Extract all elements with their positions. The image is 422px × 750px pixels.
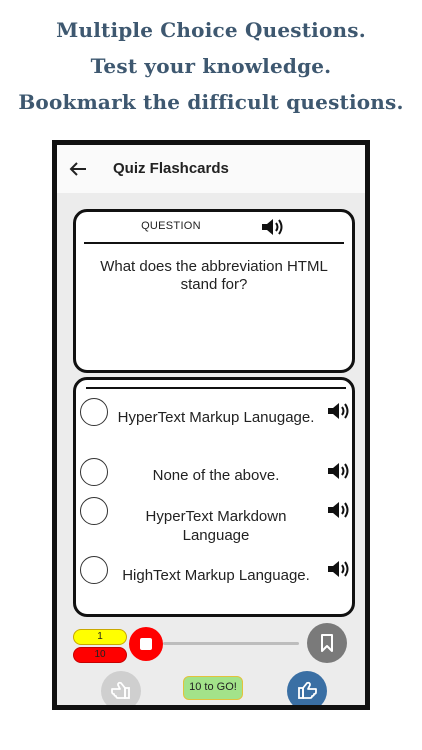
- previous-button[interactable]: [101, 671, 141, 705]
- speaker-icon[interactable]: [326, 460, 352, 482]
- question-divider: [84, 242, 344, 244]
- question-label: QUESTION: [141, 220, 201, 232]
- bottom-controls: 1 10 10 to GO!: [57, 621, 365, 705]
- radio-button[interactable]: [80, 556, 108, 584]
- arrow-left-icon[interactable]: [67, 158, 89, 180]
- answer-text: HyperText Markup Lanugage.: [117, 409, 315, 426]
- question-text: What does the abbreviation HTML stand fo…: [100, 258, 328, 293]
- radio-button[interactable]: [80, 497, 108, 525]
- radio-button[interactable]: [80, 398, 108, 426]
- remaining-badge: 10 to GO!: [183, 676, 243, 700]
- promo-header: Multiple Choice Questions. Test your kno…: [0, 12, 422, 120]
- bookmark-icon: [321, 634, 333, 652]
- stop-button[interactable]: [129, 627, 163, 661]
- speaker-icon[interactable]: [326, 499, 352, 521]
- answers-card: HyperText Markup Lanugage. None of the a…: [73, 377, 355, 617]
- promo-line-3: Bookmark the difficult questions.: [18, 90, 404, 114]
- promo-line-1: Multiple Choice Questions.: [56, 18, 366, 42]
- app-title: Quiz Flashcards: [113, 160, 229, 177]
- phone-frame: Quiz Flashcards QUESTION What does the a…: [52, 140, 370, 710]
- progress-track[interactable]: [163, 642, 299, 645]
- thumb-left-icon: [111, 681, 130, 699]
- total-questions-badge: 10: [73, 647, 127, 663]
- question-card: QUESTION What does the abbreviation HTML…: [73, 209, 355, 373]
- next-button[interactable]: [287, 671, 327, 705]
- current-question-badge: 1: [73, 629, 127, 645]
- speaker-icon[interactable]: [326, 558, 352, 580]
- answer-text: None of the above.: [152, 467, 280, 484]
- radio-button[interactable]: [80, 458, 108, 486]
- bookmark-button[interactable]: [307, 623, 347, 663]
- answers-divider: [86, 387, 346, 389]
- speaker-icon[interactable]: [260, 216, 286, 238]
- app-bar: Quiz Flashcards: [57, 145, 365, 193]
- stop-icon: [140, 638, 152, 650]
- promo-line-2: Test your knowledge.: [90, 54, 332, 78]
- speaker-icon[interactable]: [326, 400, 352, 422]
- answer-text: HighText Markup Language.: [122, 567, 310, 584]
- answer-text: HyperText Markdown Language: [145, 508, 287, 544]
- thumb-right-icon: [298, 681, 317, 699]
